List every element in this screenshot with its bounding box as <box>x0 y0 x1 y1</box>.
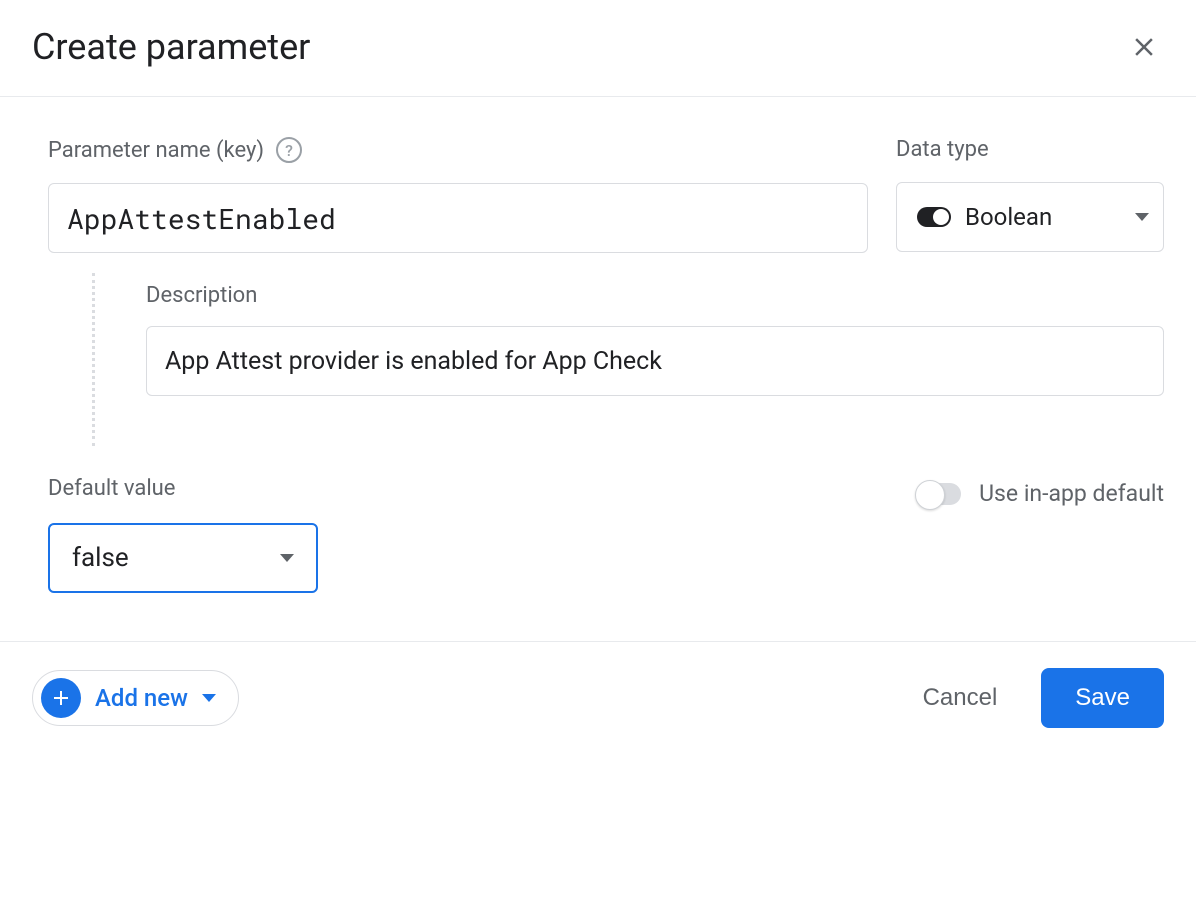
default-value-field: Default value false <box>48 476 318 593</box>
cancel-button[interactable]: Cancel <box>913 676 1008 720</box>
data-type-field: Data type Boolean <box>896 137 1164 252</box>
dialog-header: Create parameter <box>0 0 1196 97</box>
data-type-selected: Boolean <box>965 203 1121 231</box>
parameter-top-row: Parameter name (key) ? Data type Boolean <box>48 137 1164 253</box>
chevron-down-icon <box>202 694 216 702</box>
add-new-label: Add new <box>95 684 188 712</box>
data-type-select[interactable]: Boolean <box>896 182 1164 252</box>
close-button[interactable] <box>1124 27 1164 67</box>
help-icon[interactable]: ? <box>276 137 302 163</box>
in-app-default-toggle[interactable] <box>917 483 961 505</box>
parameter-name-input[interactable] <box>48 183 868 253</box>
default-value-select[interactable]: false <box>48 523 318 593</box>
tree-rail <box>92 273 138 446</box>
description-area: Description <box>48 273 1164 446</box>
dialog-title: Create parameter <box>32 26 310 68</box>
description-input[interactable] <box>146 326 1164 396</box>
boolean-icon <box>917 207 951 227</box>
dialog-footer: Add new Cancel Save <box>0 641 1196 760</box>
parameter-name-field: Parameter name (key) ? <box>48 137 868 253</box>
default-value-row: Default value false Use in-app default <box>48 476 1164 593</box>
data-type-label: Data type <box>896 137 1164 162</box>
footer-actions: Cancel Save <box>913 668 1164 728</box>
default-value-label: Default value <box>48 476 318 501</box>
save-button[interactable]: Save <box>1041 668 1164 728</box>
parameter-name-label: Parameter name (key) ? <box>48 137 868 163</box>
in-app-default-field: Use in-app default <box>917 480 1164 507</box>
close-icon <box>1129 32 1159 62</box>
in-app-default-label: Use in-app default <box>979 480 1164 507</box>
default-value-selected: false <box>72 543 129 573</box>
dialog-body: Parameter name (key) ? Data type Boolean… <box>0 97 1196 641</box>
plus-icon <box>41 678 81 718</box>
add-new-button[interactable]: Add new <box>32 670 239 726</box>
chevron-down-icon <box>1135 213 1149 221</box>
description-content: Description <box>138 273 1164 446</box>
description-label: Description <box>146 283 1164 308</box>
parameter-name-label-text: Parameter name (key) <box>48 138 264 163</box>
chevron-down-icon <box>280 554 294 562</box>
